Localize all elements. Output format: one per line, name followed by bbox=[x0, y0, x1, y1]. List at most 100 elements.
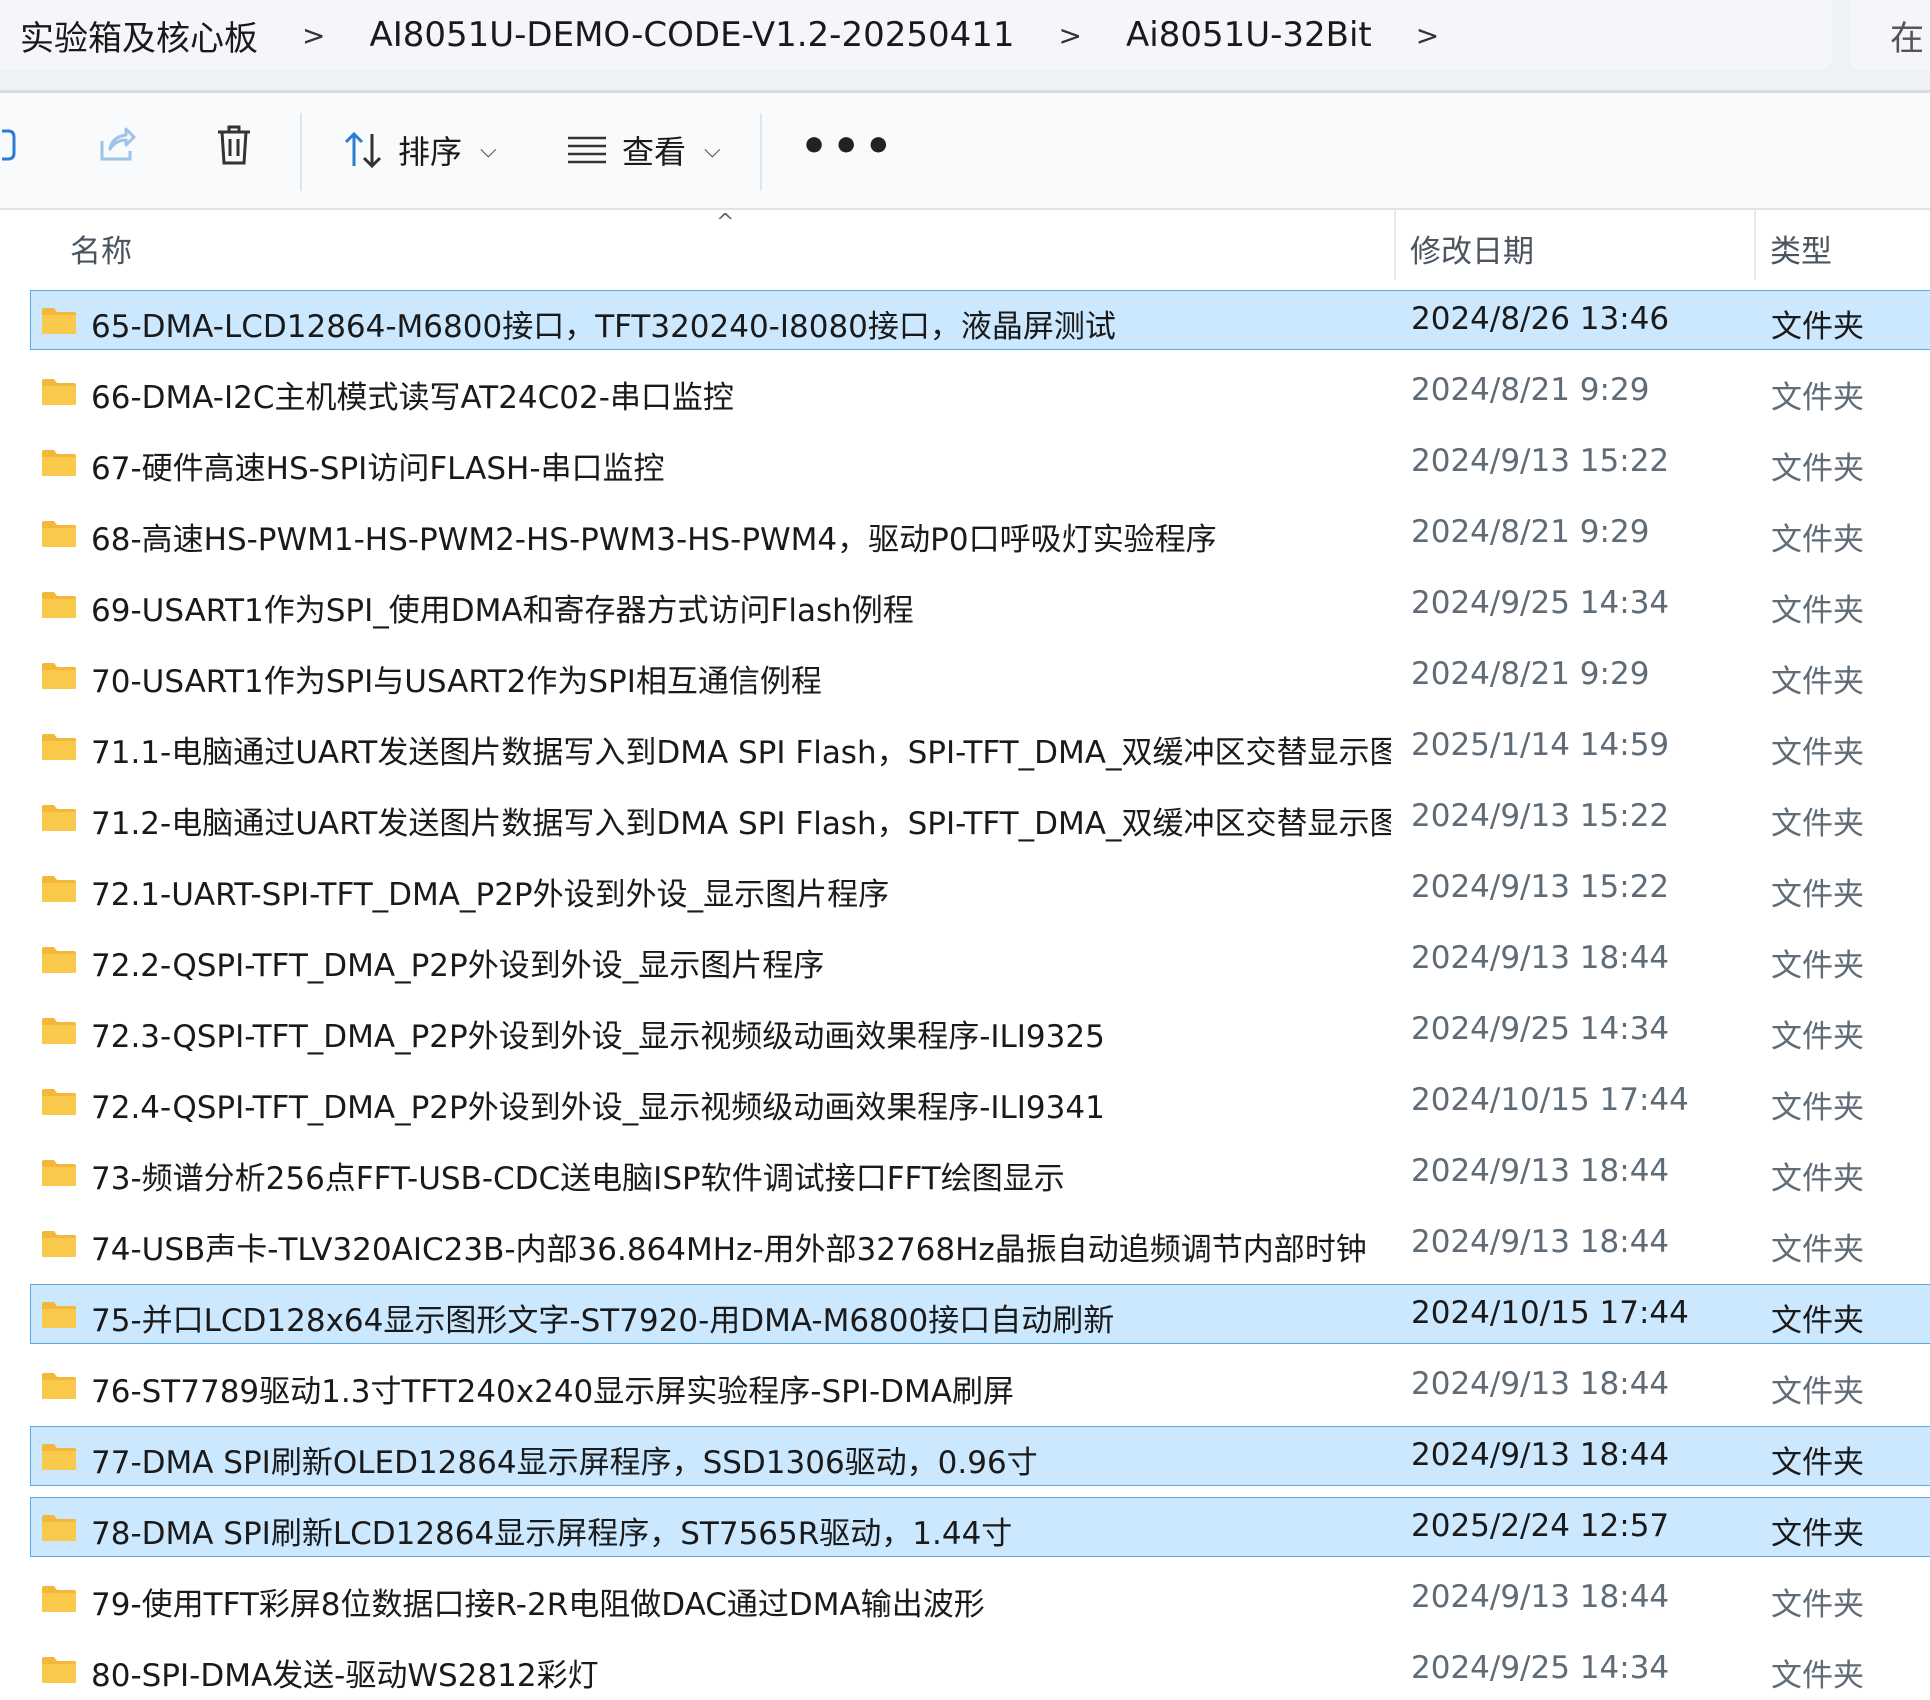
file-name[interactable]: 76-ST7789驱动1.3寸TFT240x240显示屏实验程序-SPI-DMA… bbox=[91, 1366, 1391, 1411]
column-divider[interactable] bbox=[1754, 210, 1756, 280]
file-name[interactable]: 77-DMA SPI刷新OLED12864显示屏程序，SSD1306驱动，0.9… bbox=[91, 1437, 1391, 1482]
breadcrumb[interactable]: 实验箱及核心板 > AI8051U-DEMO-CODE-V1.2-2025041… bbox=[0, 0, 1832, 70]
file-name[interactable]: 67-硬件高速HS-SPI访问FLASH-串口监控 bbox=[91, 443, 1391, 488]
file-name[interactable]: 72.1-UART-SPI-TFT_DMA_P2P外设到外设_显示图片程序 bbox=[91, 869, 1391, 914]
list-view-icon bbox=[568, 136, 606, 164]
folder-icon bbox=[42, 876, 76, 902]
more-options-button[interactable]: ••• bbox=[800, 121, 896, 172]
modified-date: 2025/1/14 14:59 bbox=[1411, 727, 1670, 763]
file-name[interactable]: 69-USART1作为SPI_使用DMA和寄存器方式访问Flash例程 bbox=[91, 585, 1391, 630]
view-button[interactable]: 查看 ⌵ bbox=[566, 127, 721, 173]
file-name[interactable]: 80-SPI-DMA发送-驱动WS2812彩灯 bbox=[91, 1650, 1391, 1695]
toolbar-separator bbox=[300, 113, 302, 191]
modified-date: 2024/9/13 15:22 bbox=[1411, 869, 1670, 905]
file-row[interactable]: 71.1-电脑通过UART发送图片数据写入到DMA SPI Flash，SPI-… bbox=[30, 716, 1930, 776]
folder-icon bbox=[42, 1231, 76, 1257]
folder-icon bbox=[42, 663, 76, 689]
breadcrumb-item[interactable]: Ai8051U-32Bit bbox=[1122, 15, 1376, 55]
file-type: 文件夹 bbox=[1771, 1019, 1864, 1055]
file-name[interactable]: 68-高速HS-PWM1-HS-PWM2-HS-PWM3-HS-PWM4，驱动P… bbox=[91, 514, 1391, 559]
file-row[interactable]: 74-USB声卡-TLV320AIC23B-内部36.864MHz-用外部327… bbox=[30, 1213, 1930, 1273]
column-divider[interactable] bbox=[1394, 210, 1396, 280]
column-header-type[interactable]: 类型 bbox=[1770, 226, 1832, 271]
file-row[interactable]: 65-DMA-LCD12864-M6800接口，TFT320240-I8080接… bbox=[30, 290, 1930, 350]
chevron-right-icon[interactable]: > bbox=[1059, 19, 1082, 52]
file-row[interactable]: 72.1-UART-SPI-TFT_DMA_P2P外设到外设_显示图片程序 202… bbox=[30, 858, 1930, 918]
folder-icon bbox=[42, 450, 76, 476]
rename-icon bbox=[2, 129, 16, 161]
file-name[interactable]: 72.4-QSPI-TFT_DMA_P2P外设到外设_显示视频级动画效果程序-I… bbox=[91, 1082, 1391, 1127]
rename-button[interactable] bbox=[0, 125, 18, 165]
sort-ascending-icon: ^ bbox=[716, 210, 735, 235]
chevron-right-icon[interactable]: > bbox=[1416, 19, 1439, 52]
file-row[interactable]: 79-使用TFT彩屏8位数据口接R-2R电阻做DAC通过DMA输出波形 2024/… bbox=[30, 1568, 1930, 1628]
file-row[interactable]: 70-USART1作为SPI与USART2作为SPI相互通信例程 2024/8/2… bbox=[30, 645, 1930, 705]
file-type: 文件夹 bbox=[1771, 451, 1864, 487]
file-name[interactable]: 71.2-电脑通过UART发送图片数据写入到DMA SPI Flash，SPI-… bbox=[91, 798, 1391, 843]
file-type: 文件夹 bbox=[1771, 1445, 1864, 1481]
file-row[interactable]: 75-并口LCD128x64显示图形文字-ST7920-用DMA-M6800接口… bbox=[30, 1284, 1930, 1344]
modified-date: 2024/9/25 14:34 bbox=[1411, 1011, 1670, 1047]
file-type: 文件夹 bbox=[1771, 1374, 1864, 1410]
folder-icon bbox=[42, 1373, 76, 1399]
file-name[interactable]: 75-并口LCD128x64显示图形文字-ST7920-用DMA-M6800接口… bbox=[91, 1295, 1391, 1340]
file-name[interactable]: 79-使用TFT彩屏8位数据口接R-2R电阻做DAC通过DMA输出波形 bbox=[91, 1579, 1391, 1624]
modified-date: 2024/9/13 18:44 bbox=[1411, 1224, 1670, 1260]
file-name[interactable]: 78-DMA SPI刷新LCD12864显示屏程序，ST7565R驱动，1.44… bbox=[91, 1508, 1391, 1553]
folder-icon bbox=[42, 947, 76, 973]
breadcrumb-item[interactable]: 实验箱及核心板 bbox=[16, 11, 262, 60]
column-header-modified[interactable]: 修改日期 bbox=[1410, 226, 1534, 271]
modified-date: 2024/8/21 9:29 bbox=[1411, 656, 1650, 692]
file-row[interactable]: 71.2-电脑通过UART发送图片数据写入到DMA SPI Flash，SPI-… bbox=[30, 787, 1930, 847]
file-type: 文件夹 bbox=[1771, 309, 1864, 345]
file-name[interactable]: 65-DMA-LCD12864-M6800接口，TFT320240-I8080接… bbox=[91, 301, 1391, 346]
modified-date: 2024/9/13 15:22 bbox=[1411, 798, 1670, 834]
file-type: 文件夹 bbox=[1771, 948, 1864, 984]
search-placeholder: 在 bbox=[1890, 18, 1924, 59]
folder-icon bbox=[42, 379, 76, 405]
file-type: 文件夹 bbox=[1771, 877, 1864, 913]
delete-button[interactable] bbox=[214, 123, 254, 167]
search-input[interactable]: 在 bbox=[1850, 0, 1930, 70]
file-row[interactable]: 80-SPI-DMA发送-驱动WS2812彩灯 2024/9/25 14:34 文件… bbox=[30, 1639, 1930, 1699]
file-type: 文件夹 bbox=[1771, 1303, 1864, 1339]
file-type: 文件夹 bbox=[1771, 1516, 1864, 1552]
file-row[interactable]: 72.4-QSPI-TFT_DMA_P2P外设到外设_显示视频级动画效果程序-I… bbox=[30, 1071, 1930, 1131]
file-name[interactable]: 70-USART1作为SPI与USART2作为SPI相互通信例程 bbox=[91, 656, 1391, 701]
folder-icon bbox=[42, 1586, 76, 1612]
file-type: 文件夹 bbox=[1771, 806, 1864, 842]
file-row[interactable]: 72.2-QSPI-TFT_DMA_P2P外设到外设_显示图片程序 2024/9/… bbox=[30, 929, 1930, 989]
folder-icon bbox=[42, 308, 76, 334]
file-type: 文件夹 bbox=[1771, 735, 1864, 771]
file-row[interactable]: 66-DMA-I2C主机模式读写AT24C02-串口监控 2024/8/21 9:… bbox=[30, 361, 1930, 421]
file-row[interactable]: 77-DMA SPI刷新OLED12864显示屏程序，SSD1306驱动，0.9… bbox=[30, 1426, 1930, 1486]
sort-button[interactable]: 排序 ⌵ bbox=[342, 127, 497, 173]
command-bar: 排序 ⌵ 查看 ⌵ ••• bbox=[0, 93, 1930, 208]
view-label: 查看 bbox=[622, 133, 687, 171]
file-row[interactable]: 69-USART1作为SPI_使用DMA和寄存器方式访问Flash例程 2024/… bbox=[30, 574, 1930, 634]
file-type: 文件夹 bbox=[1771, 380, 1864, 416]
file-row[interactable]: 76-ST7789驱动1.3寸TFT240x240显示屏实验程序-SPI-DMA… bbox=[30, 1355, 1930, 1415]
file-name[interactable]: 66-DMA-I2C主机模式读写AT24C02-串口监控 bbox=[91, 372, 1391, 417]
chevron-down-icon: ⌵ bbox=[480, 137, 497, 163]
modified-date: 2024/9/13 18:44 bbox=[1411, 1153, 1670, 1189]
file-row[interactable]: 78-DMA SPI刷新LCD12864显示屏程序，ST7565R驱动，1.44… bbox=[30, 1497, 1930, 1557]
share-button[interactable] bbox=[96, 123, 138, 165]
breadcrumb-item[interactable]: AI8051U-DEMO-CODE-V1.2-20250411 bbox=[365, 15, 1018, 55]
column-header-name[interactable]: 名称 bbox=[70, 226, 132, 271]
modified-date: 2024/10/15 17:44 bbox=[1411, 1295, 1689, 1331]
file-name[interactable]: 74-USB声卡-TLV320AIC23B-内部36.864MHz-用外部327… bbox=[91, 1224, 1391, 1269]
file-name[interactable]: 72.3-QSPI-TFT_DMA_P2P外设到外设_显示视频级动画效果程序-I… bbox=[91, 1011, 1391, 1056]
file-explorer-window: 实验箱及核心板 > AI8051U-DEMO-CODE-V1.2-2025041… bbox=[0, 0, 1930, 1700]
file-name[interactable]: 73-频谱分析256点FFT-USB-CDC送电脑ISP软件调试接口FFT绘图显… bbox=[91, 1153, 1391, 1198]
modified-date: 2024/8/26 13:46 bbox=[1411, 301, 1670, 337]
sort-label: 排序 bbox=[398, 133, 463, 171]
file-row[interactable]: 72.3-QSPI-TFT_DMA_P2P外设到外设_显示视频级动画效果程序-I… bbox=[30, 1000, 1930, 1060]
file-row[interactable]: 73-频谱分析256点FFT-USB-CDC送电脑ISP软件调试接口FFT绘图显… bbox=[30, 1142, 1930, 1202]
file-row[interactable]: 67-硬件高速HS-SPI访问FLASH-串口监控 2024/9/13 15:22… bbox=[30, 432, 1930, 492]
folder-icon bbox=[42, 805, 76, 831]
chevron-right-icon[interactable]: > bbox=[302, 19, 325, 52]
file-name[interactable]: 71.1-电脑通过UART发送图片数据写入到DMA SPI Flash，SPI-… bbox=[91, 727, 1391, 772]
file-name[interactable]: 72.2-QSPI-TFT_DMA_P2P外设到外设_显示图片程序 bbox=[91, 940, 1391, 985]
file-row[interactable]: 68-高速HS-PWM1-HS-PWM2-HS-PWM3-HS-PWM4，驱动P… bbox=[30, 503, 1930, 563]
